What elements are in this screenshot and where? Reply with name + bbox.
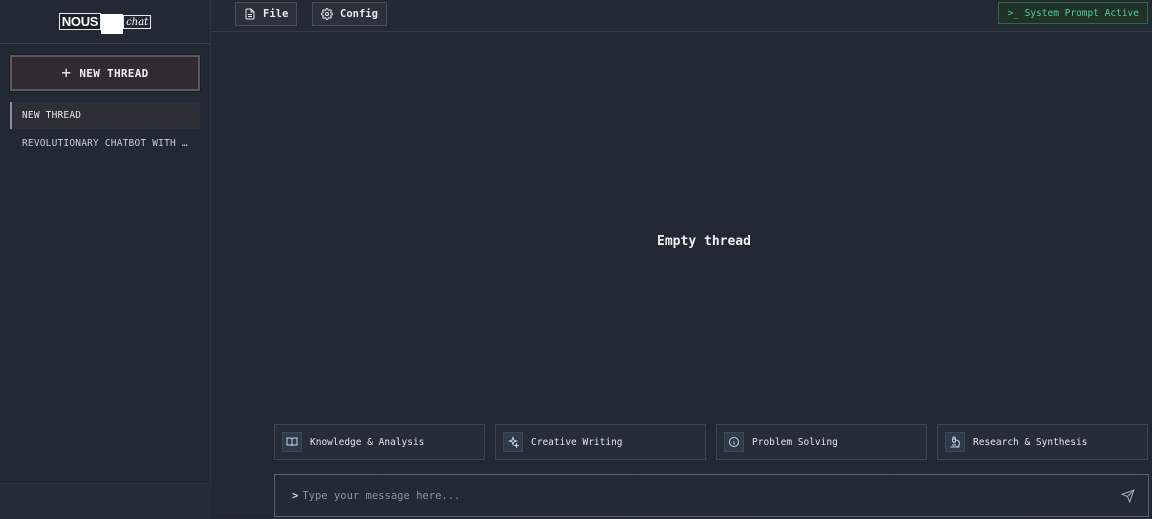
book-icon [282, 432, 302, 452]
file-icon [245, 8, 255, 20]
suggestion-problem-solving[interactable]: Problem Solving [716, 424, 927, 460]
logo-text-chat: chat [123, 15, 152, 29]
suggestion-creative-writing[interactable]: Creative Writing [495, 424, 706, 460]
logo-bar: NOUS chat [0, 0, 210, 44]
message-input-box[interactable]: > [274, 474, 1149, 517]
new-thread-button[interactable]: + NEW THREAD [10, 55, 200, 91]
thread-list: NEW THREAD REVOLUTIONARY CHATBOT WITH … [10, 102, 200, 158]
config-button[interactable]: Config [312, 2, 387, 26]
plus-icon: + [61, 63, 72, 82]
app: NOUS chat + NEW THREAD NEW THREAD REVOLU… [0, 0, 1152, 519]
system-prompt-label: >_ System Prompt Active [1007, 7, 1139, 19]
sidebar-footer [0, 483, 211, 519]
thread-item-label: REVOLUTIONARY CHATBOT WITH … [22, 138, 188, 149]
thread-item-revolutionary-chatbot[interactable]: REVOLUTIONARY CHATBOT WITH … [10, 130, 200, 157]
suggestion-label: Research & Synthesis [973, 436, 1088, 448]
suggestion-label: Problem Solving [752, 436, 838, 448]
empty-thread-message: Empty thread [657, 234, 751, 249]
chat-area: Empty thread Knowledge & Analysis Creati… [211, 32, 1152, 519]
suggestion-label: Knowledge & Analysis [310, 436, 425, 448]
suggestion-chips: Knowledge & Analysis Creative Writing Pr… [274, 424, 1149, 460]
config-button-label: Config [340, 8, 378, 20]
microscope-icon [945, 432, 965, 452]
sidebar: NOUS chat + NEW THREAD NEW THREAD REVOLU… [0, 0, 211, 519]
nous-chat-logo[interactable]: NOUS chat [58, 13, 152, 34]
info-icon [724, 432, 744, 452]
new-thread-label: NEW THREAD [79, 66, 149, 80]
file-button[interactable]: File [235, 2, 298, 26]
logo-text-nous: NOUS [58, 13, 102, 30]
suggestion-knowledge-analysis[interactable]: Knowledge & Analysis [274, 424, 485, 460]
send-icon [1121, 488, 1135, 503]
top-toolbar: File Config >_ System Prompt Active [211, 0, 1152, 32]
message-input[interactable] [302, 489, 1108, 502]
system-prompt-badge[interactable]: >_ System Prompt Active [998, 2, 1148, 24]
suggestion-label: Creative Writing [531, 436, 623, 448]
gear-icon [321, 8, 333, 20]
sparkles-icon [503, 432, 523, 452]
prompt-caret: > [292, 489, 299, 502]
send-button[interactable] [1108, 476, 1148, 516]
thread-item-new-thread[interactable]: NEW THREAD [10, 102, 200, 129]
thread-item-label: NEW THREAD [22, 110, 82, 121]
logo-speech-bubble [101, 13, 124, 34]
file-button-label: File [263, 8, 289, 20]
suggestion-research-synthesis[interactable]: Research & Synthesis [937, 424, 1148, 460]
